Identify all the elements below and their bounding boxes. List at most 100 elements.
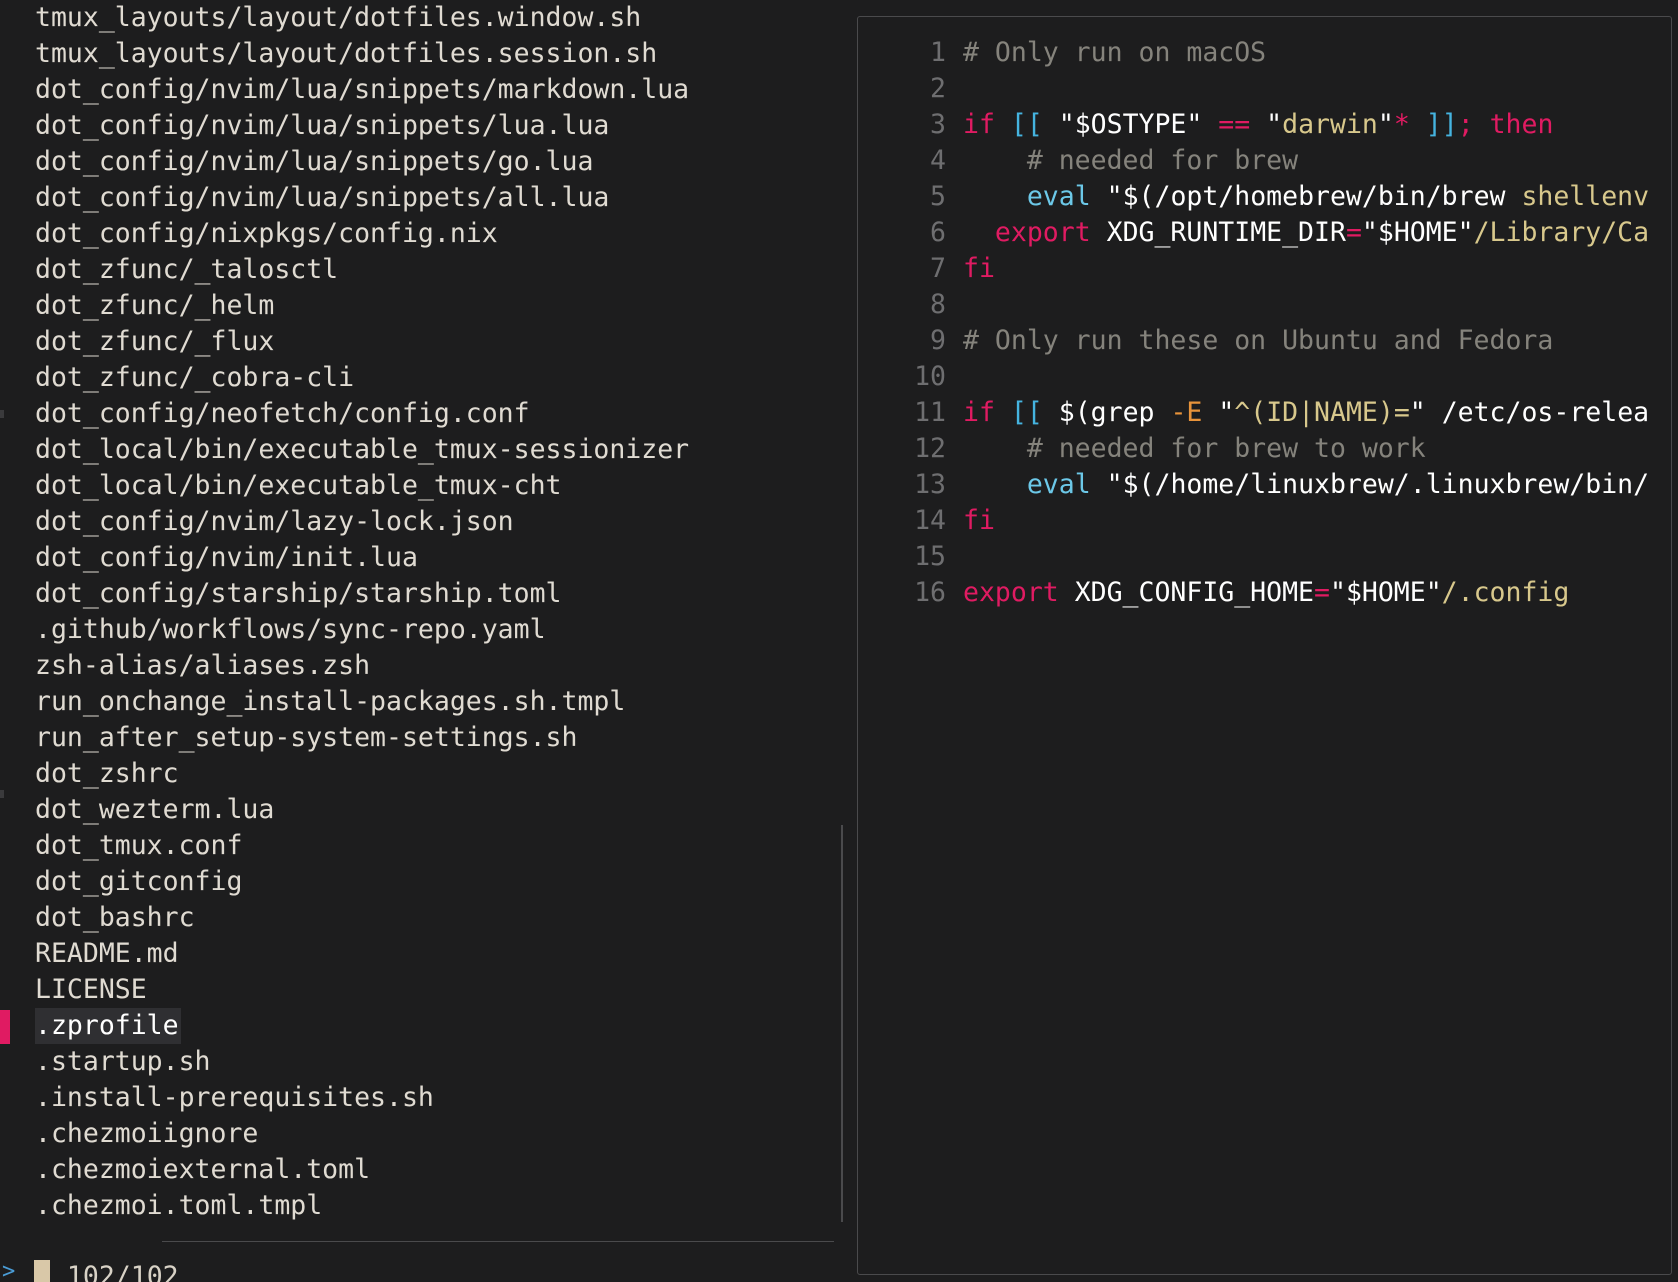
code-token: " <box>1218 397 1235 428</box>
file-list-item[interactable]: tmux_layouts/layout/dotfiles.session.sh <box>0 36 850 72</box>
selection-marker <box>0 542 10 576</box>
file-list-item[interactable]: dot_zfunc/_talosctl <box>0 252 850 288</box>
code-text: export XDG_RUNTIME_DIR="$HOME"/Library/C… <box>963 215 1649 251</box>
code-text: if [[ $(grep -E "^(ID|NAME)=" /etc/os-re… <box>963 395 1649 431</box>
file-list-item[interactable]: dot_zshrc <box>0 756 850 792</box>
file-path-label: tmux_layouts/layout/dotfiles.session.sh <box>35 38 658 69</box>
code-token: $(grep <box>1058 397 1171 428</box>
code-text: # Only run these on Ubuntu and Fedora <box>963 323 1553 359</box>
selection-marker <box>0 1154 10 1188</box>
file-list-item[interactable]: run_after_setup-system-settings.sh <box>0 720 850 756</box>
file-path-label: dot_wezterm.lua <box>35 794 275 825</box>
file-list-item[interactable]: dot_config/nvim/lua/snippets/all.lua <box>0 180 850 216</box>
code-token: " <box>1266 109 1283 140</box>
file-path-label: dot_config/nvim/lua/snippets/go.lua <box>35 146 594 177</box>
code-token: " /etc/os-relea <box>1409 397 1650 428</box>
selection-marker <box>0 326 10 360</box>
file-list-item[interactable]: zsh-alias/aliases.zsh <box>0 648 850 684</box>
selection-marker <box>0 866 10 900</box>
code-token: eval <box>1026 181 1107 212</box>
file-list-item[interactable]: dot_config/nixpkgs/config.nix <box>0 216 850 252</box>
selection-marker <box>0 650 10 684</box>
file-path-label: dot_zfunc/_talosctl <box>35 254 339 285</box>
file-list-item[interactable]: dot_zfunc/_helm <box>0 288 850 324</box>
file-list-item[interactable]: .chezmoi.toml.tmpl <box>0 1188 850 1224</box>
selection-marker <box>0 182 10 216</box>
file-list-item[interactable]: LICENSE <box>0 972 850 1008</box>
file-list-item[interactable]: dot_config/nvim/lazy-lock.json <box>0 504 850 540</box>
file-path-label: run_onchange_install-packages.sh.tmpl <box>35 686 626 717</box>
selection-marker <box>0 1082 10 1116</box>
file-list-item[interactable]: README.md <box>0 936 850 972</box>
line-number: 16 <box>914 577 946 608</box>
file-list-item[interactable]: dot_local/bin/executable_tmux-sessionize… <box>0 432 850 468</box>
list-scrollbar[interactable] <box>841 825 843 1222</box>
prompt-chevron-icon: > <box>2 1259 16 1282</box>
line-number: 7 <box>930 253 946 284</box>
code-line: 15 <box>858 539 1671 575</box>
file-path-label: dot_zfunc/_helm <box>35 290 275 321</box>
file-list-item[interactable]: dot_tmux.conf <box>0 828 850 864</box>
selection-marker <box>0 614 10 648</box>
file-list-item[interactable]: dot_wezterm.lua <box>0 792 850 828</box>
selection-marker <box>0 1046 10 1080</box>
file-list-item[interactable]: tmux_layouts/layout/dotfiles.window.sh <box>0 0 850 36</box>
file-path-label: dot_bashrc <box>35 902 195 933</box>
code-line: 12 # needed for brew to work <box>858 431 1671 467</box>
file-list-item[interactable]: run_onchange_install-packages.sh.tmpl <box>0 684 850 720</box>
file-path-label: zsh-alias/aliases.zsh <box>35 650 371 681</box>
fzf-prompt[interactable]: > <box>0 1258 100 1282</box>
code-token: "$HOME" <box>1329 577 1442 608</box>
file-list-item[interactable]: dot_config/nvim/lua/snippets/markdown.lu… <box>0 72 850 108</box>
selection-marker <box>0 74 10 108</box>
file-list-item[interactable]: .github/workflows/sync-repo.yaml <box>0 612 850 648</box>
file-list-item[interactable]: .chezmoiexternal.toml <box>0 1152 850 1188</box>
file-path-label: .startup.sh <box>35 1046 211 1077</box>
file-list-item[interactable]: dot_local/bin/executable_tmux-cht <box>0 468 850 504</box>
file-path-label: .zprofile <box>35 1008 181 1044</box>
preview-pane[interactable]: 1 # Only run on macOS 2 3 if [[ "$OSTYPE" ==… <box>857 16 1672 1275</box>
file-list-item[interactable]: .startup.sh <box>0 1044 850 1080</box>
file-list-item[interactable]: dot_bashrc <box>0 900 850 936</box>
code-line: 11 if [[ $(grep -E "^(ID|NAME)=" /etc/os-… <box>858 395 1671 431</box>
selection-marker <box>0 578 10 612</box>
file-list-item[interactable]: dot_zfunc/_cobra-cli <box>0 360 850 396</box>
code-token: darwin <box>1282 109 1378 140</box>
code-text: eval "$(/opt/homebrew/bin/brew shellenv <box>963 179 1649 215</box>
code-line: 6 export XDG_RUNTIME_DIR="$HOME"/Library… <box>858 215 1671 251</box>
text-cursor[interactable] <box>34 1260 50 1282</box>
file-list-item[interactable]: dot_config/nvim/lua/snippets/go.lua <box>0 144 850 180</box>
file-path-label: dot_zshrc <box>35 758 179 789</box>
line-number: 9 <box>930 325 946 356</box>
code-token: export <box>994 217 1107 248</box>
file-list-item[interactable]: .install-prerequisites.sh <box>0 1080 850 1116</box>
fzf-file-list[interactable]: tmux_layouts/layout/dotfiles.window.sh tm… <box>0 0 850 1225</box>
code-token: export <box>963 577 1075 608</box>
file-list-item[interactable]: dot_config/neofetch/config.conf <box>0 396 850 432</box>
code-token: [[ <box>1010 397 1059 428</box>
file-list-item[interactable]: dot_gitconfig <box>0 864 850 900</box>
code-token: # Only run these on Ubuntu and Fedora <box>963 325 1554 356</box>
file-list-item[interactable]: dot_config/nvim/lua/snippets/lua.lua <box>0 108 850 144</box>
line-number: 2 <box>930 73 946 104</box>
file-list-item[interactable]: dot_zfunc/_flux <box>0 324 850 360</box>
code-line: 2 <box>858 71 1671 107</box>
file-path-label: dot_config/nvim/lua/snippets/lua.lua <box>35 110 610 141</box>
code-token: * <box>1393 109 1426 140</box>
file-list-item[interactable]: dot_config/starship/starship.toml <box>0 576 850 612</box>
code-line: 4 # needed for brew <box>858 143 1671 179</box>
file-list-item[interactable]: dot_config/nvim/init.lua <box>0 540 850 576</box>
code-token: # Only run on macOS <box>963 37 1267 68</box>
file-list-item-selected[interactable]: .zprofile <box>0 1008 850 1044</box>
file-path-label: dot_config/nvim/lua/snippets/markdown.lu… <box>35 74 690 105</box>
line-number: 8 <box>930 289 946 320</box>
selection-marker <box>0 2 10 36</box>
file-path-label: dot_tmux.conf <box>35 830 243 861</box>
line-number: 12 <box>914 433 946 464</box>
selection-marker <box>0 218 10 252</box>
selection-marker <box>0 362 10 396</box>
code-token: # needed for brew <box>963 145 1299 176</box>
file-list-item[interactable]: .chezmoiignore <box>0 1116 850 1152</box>
code-token: XDG_CONFIG_HOME <box>1074 577 1315 608</box>
code-token: ^(ID|NAME)= <box>1234 397 1410 428</box>
